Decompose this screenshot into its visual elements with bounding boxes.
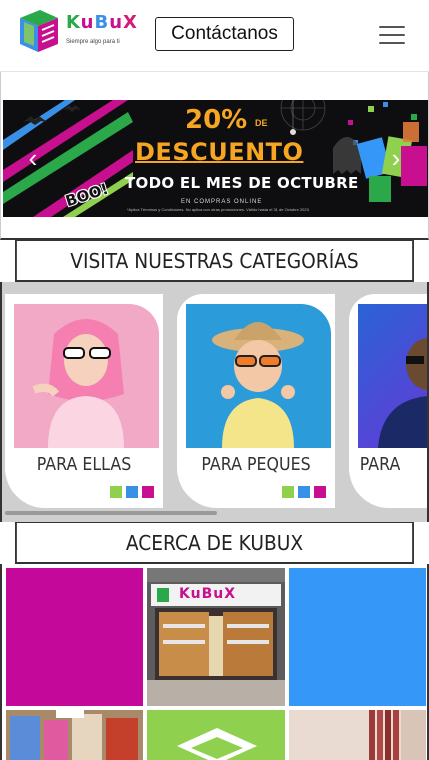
promo-banner-slide[interactable]: 20% DE DESCUENTO TODO EL MES DE OCTUBRE … <box>3 100 428 217</box>
logo-letter: B <box>94 12 110 33</box>
carousel-next-icon[interactable]: › <box>384 140 408 176</box>
promo-subtitle: TODO EL MES DE OCTUBRE <box>125 174 359 192</box>
category-label[interactable]: PARA ELLAS <box>14 454 153 475</box>
kubux-logo[interactable]: KuBuX Siempre algo para ti <box>16 6 137 56</box>
category-image-el <box>358 304 427 448</box>
carousel-prev-icon[interactable]: ‹ <box>21 140 45 176</box>
logo-tagline: Siempre algo para ti <box>66 39 120 45</box>
about-gallery: KuBuX <box>0 564 429 760</box>
swatch-green <box>110 486 122 498</box>
cube-logo-icon <box>177 728 257 760</box>
logo-letter: K <box>66 12 81 33</box>
store-interior-image <box>6 710 143 760</box>
category-image-peques <box>186 304 331 448</box>
hamburger-menu-icon[interactable] <box>377 22 407 48</box>
gallery-tile-blue <box>289 568 426 706</box>
contact-button[interactable]: Contáctanos <box>155 17 294 51</box>
logo-wordmark: KuBuX <box>66 12 138 33</box>
about-heading: ACERCA DE KUBUX <box>15 522 414 564</box>
swatch-green <box>282 486 294 498</box>
gallery-tile-curtain <box>289 710 426 760</box>
swatch-magenta <box>142 486 154 498</box>
category-card-peques[interactable]: PARA PEQUES <box>177 294 335 508</box>
promo-percent: 20% <box>185 105 248 135</box>
site-header: KuBuX Siempre algo para ti Contáctanos <box>0 0 429 72</box>
color-swatches <box>282 486 326 498</box>
gallery-tile-green-logo <box>147 710 285 760</box>
categories-carousel[interactable]: PARA ELLAS PARA PEQUES PARA <box>0 282 429 522</box>
category-card-ellas[interactable]: PARA ELLAS <box>5 294 163 508</box>
swatch-blue <box>298 486 310 498</box>
promo-title: DESCUENTO <box>135 138 304 166</box>
promo-online-note: EN COMPRAS ONLINE <box>181 199 263 205</box>
gallery-tile-magenta <box>6 568 143 706</box>
promo-percent-suffix: DE <box>255 118 268 128</box>
color-swatches <box>110 486 154 498</box>
logo-letter: u <box>109 12 124 33</box>
store-sign: KuBuX <box>179 586 237 602</box>
category-image-ellas <box>14 304 159 448</box>
gallery-tile-storefront[interactable]: KuBuX <box>147 568 285 706</box>
category-label[interactable]: PARA <box>310 454 427 475</box>
category-label[interactable]: PARA PEQUES <box>186 454 325 475</box>
swatch-blue <box>126 486 138 498</box>
promo-banner-section: 20% DE DESCUENTO TODO EL MES DE OCTUBRE … <box>0 72 429 240</box>
categories-heading: VISITA NUESTRAS CATEGORÍAS <box>15 240 414 282</box>
gallery-tile-store-interior[interactable] <box>6 710 143 760</box>
logo-letter: X <box>123 12 138 33</box>
cube-logo-icon <box>20 10 58 52</box>
swatch-magenta <box>314 486 326 498</box>
carousel-scrollbar[interactable] <box>5 511 217 515</box>
promo-fine-print: *Aplica Términos y Condiciones. No aplic… <box>127 207 309 212</box>
category-card-el[interactable]: PARA <box>349 294 427 508</box>
logo-letter: u <box>80 12 95 33</box>
